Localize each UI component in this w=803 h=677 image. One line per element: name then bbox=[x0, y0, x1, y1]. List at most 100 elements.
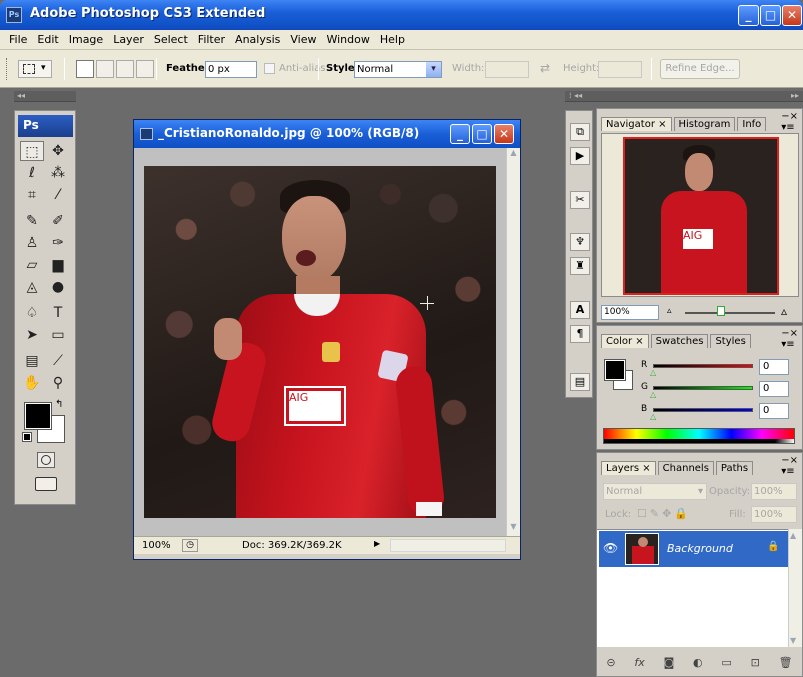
blue-value[interactable]: 0 bbox=[759, 403, 789, 419]
rect-marquee-tool-icon[interactable]: ⬚ bbox=[20, 141, 44, 161]
new-layer-icon[interactable]: ⊡ bbox=[751, 656, 760, 669]
green-value[interactable]: 0 bbox=[759, 381, 789, 397]
feather-input[interactable]: 0 px bbox=[205, 61, 257, 78]
history-panel-icon[interactable]: ⧉ bbox=[570, 123, 590, 141]
tab-swatches[interactable]: Swatches bbox=[650, 334, 709, 348]
new-group-icon[interactable]: ▭ bbox=[721, 656, 731, 669]
actions-panel-icon[interactable]: ▶ bbox=[570, 147, 590, 165]
character-panel-icon[interactable]: A bbox=[570, 301, 590, 319]
refine-edge-button[interactable]: Refine Edge... bbox=[660, 59, 740, 79]
status-menu-icon[interactable]: ◷ bbox=[182, 539, 198, 552]
blend-mode-select[interactable]: Normal ▾ bbox=[603, 483, 707, 500]
navigator-zoom-slider[interactable] bbox=[685, 312, 775, 314]
eyedropper-tool-icon[interactable]: ⟋ bbox=[46, 351, 70, 371]
swap-icon[interactable]: ⇄ bbox=[540, 61, 550, 75]
tool-preset-picker[interactable]: ▾ bbox=[18, 60, 52, 78]
horizontal-scrollbar[interactable] bbox=[390, 539, 506, 552]
menu-view[interactable]: View bbox=[285, 33, 321, 46]
scroll-up-icon[interactable]: ▲ bbox=[790, 531, 796, 540]
antialias-checkbox[interactable] bbox=[264, 63, 275, 74]
brush-tool-icon[interactable]: ✐ bbox=[46, 211, 70, 231]
gradient-tool-icon[interactable]: ▆ bbox=[46, 255, 70, 275]
height-input[interactable] bbox=[598, 61, 642, 78]
foreground-color-swatch[interactable] bbox=[24, 402, 52, 430]
tab-navigator[interactable]: Navigator × bbox=[601, 117, 672, 131]
slider-thumb-icon[interactable]: △ bbox=[650, 368, 656, 377]
type-tool-icon[interactable]: T bbox=[46, 303, 70, 323]
intersect-selection-icon[interactable] bbox=[136, 60, 154, 78]
scroll-up-icon[interactable]: ▲ bbox=[507, 148, 520, 162]
lasso-tool-icon[interactable]: ℓ bbox=[20, 163, 44, 183]
layer-style-icon[interactable]: fx bbox=[634, 656, 644, 669]
navigator-thumbnail[interactable]: AIG bbox=[623, 137, 779, 295]
slice-tool-icon[interactable]: ⁄ bbox=[46, 185, 70, 205]
hand-tool-icon[interactable]: ✋ bbox=[20, 373, 44, 393]
doc-minimize-button[interactable]: _ bbox=[450, 124, 470, 144]
history-brush-tool-icon[interactable]: ✑ bbox=[46, 233, 70, 253]
link-layers-icon[interactable]: ⊝ bbox=[606, 656, 615, 669]
healing-brush-tool-icon[interactable]: ✎ bbox=[20, 211, 44, 231]
subtract-selection-icon[interactable] bbox=[116, 60, 134, 78]
zoom-out-icon[interactable]: ▵ bbox=[667, 306, 672, 316]
move-tool-icon[interactable]: ✥ bbox=[46, 141, 70, 161]
panels-dock-strip[interactable]: ⁞ ◂◂ ▸▸ bbox=[565, 91, 803, 102]
tab-color[interactable]: Color × bbox=[601, 334, 649, 348]
red-value[interactable]: 0 bbox=[759, 359, 789, 375]
opacity-input[interactable]: 100% bbox=[751, 483, 797, 500]
menu-file[interactable]: File bbox=[4, 33, 32, 46]
blue-slider[interactable] bbox=[653, 408, 753, 412]
scroll-down-icon[interactable]: ▼ bbox=[507, 522, 520, 536]
shape-tool-icon[interactable]: ▭ bbox=[46, 325, 70, 345]
doc-close-button[interactable]: ✕ bbox=[494, 124, 514, 144]
screen-mode-icon[interactable] bbox=[35, 477, 57, 491]
green-slider[interactable] bbox=[653, 386, 753, 390]
fill-input[interactable]: 100% bbox=[751, 506, 797, 523]
layers-scrollbar[interactable]: ▲ ▼ bbox=[788, 529, 802, 647]
navigator-zoom-input[interactable]: 100% bbox=[601, 305, 659, 320]
doc-maximize-button[interactable]: □ bbox=[472, 124, 492, 144]
panel-menu-icon[interactable]: −× ▾≡ bbox=[781, 328, 798, 350]
blur-tool-icon[interactable]: ◬ bbox=[20, 277, 44, 297]
status-arrow-icon[interactable]: ▶ bbox=[374, 539, 386, 552]
tab-styles[interactable]: Styles bbox=[710, 334, 751, 348]
close-button[interactable]: ✕ bbox=[782, 5, 802, 26]
options-grip[interactable] bbox=[6, 58, 9, 80]
pen-tool-icon[interactable]: ♤ bbox=[20, 303, 44, 323]
add-mask-icon[interactable]: ◙ bbox=[664, 656, 675, 669]
quick-mask-button[interactable] bbox=[37, 452, 55, 468]
clone-stamp-tool-icon[interactable]: ♙ bbox=[20, 233, 44, 253]
tool-presets-icon[interactable]: ✂ bbox=[570, 191, 590, 209]
red-slider[interactable] bbox=[653, 364, 753, 368]
width-input[interactable] bbox=[485, 61, 529, 78]
tab-layers[interactable]: Layers × bbox=[601, 461, 656, 475]
app-title-bar[interactable]: Ps Adobe Photoshop CS3 Extended _ □ ✕ bbox=[0, 0, 803, 30]
default-colors-icon[interactable] bbox=[22, 432, 32, 442]
slider-thumb-icon[interactable]: △ bbox=[650, 390, 656, 399]
path-selection-tool-icon[interactable]: ➤ bbox=[20, 325, 44, 345]
menu-analysis[interactable]: Analysis bbox=[230, 33, 285, 46]
brushes-panel-icon[interactable]: ♆ bbox=[570, 233, 590, 251]
panel-menu-icon[interactable]: −× ▾≡ bbox=[781, 455, 798, 477]
document-title-bar[interactable]: _CristianoRonaldo.jpg @ 100% (RGB/8) _ □… bbox=[134, 120, 520, 148]
zoom-slider-thumb[interactable] bbox=[717, 306, 725, 316]
zoom-level[interactable]: 100% bbox=[142, 540, 171, 551]
layer-comps-icon[interactable]: ▤ bbox=[570, 373, 590, 391]
zoom-tool-icon[interactable]: ⚲ bbox=[46, 373, 70, 393]
lock-icons[interactable]: ☐✎✥🔒 bbox=[637, 507, 691, 520]
menu-filter[interactable]: Filter bbox=[193, 33, 230, 46]
menu-help[interactable]: Help bbox=[375, 33, 410, 46]
adjustment-layer-icon[interactable]: ◐ bbox=[693, 656, 703, 669]
style-select[interactable]: Normal ▾ bbox=[354, 61, 442, 78]
tab-info[interactable]: Info bbox=[737, 117, 767, 131]
image-canvas[interactable]: AIG bbox=[144, 166, 496, 518]
clone-source-icon[interactable]: ♜ bbox=[570, 257, 590, 275]
dodge-tool-icon[interactable]: ● bbox=[46, 277, 70, 297]
zoom-in-icon[interactable]: ▵ bbox=[781, 304, 787, 318]
maximize-button[interactable]: □ bbox=[760, 5, 781, 26]
minimize-button[interactable]: _ bbox=[738, 5, 759, 26]
menu-edit[interactable]: Edit bbox=[32, 33, 63, 46]
scroll-down-icon[interactable]: ▼ bbox=[790, 636, 796, 645]
crop-tool-icon[interactable]: ⌗ bbox=[20, 185, 44, 205]
magic-wand-tool-icon[interactable]: ⁂ bbox=[46, 163, 70, 183]
tab-histogram[interactable]: Histogram bbox=[673, 117, 736, 131]
